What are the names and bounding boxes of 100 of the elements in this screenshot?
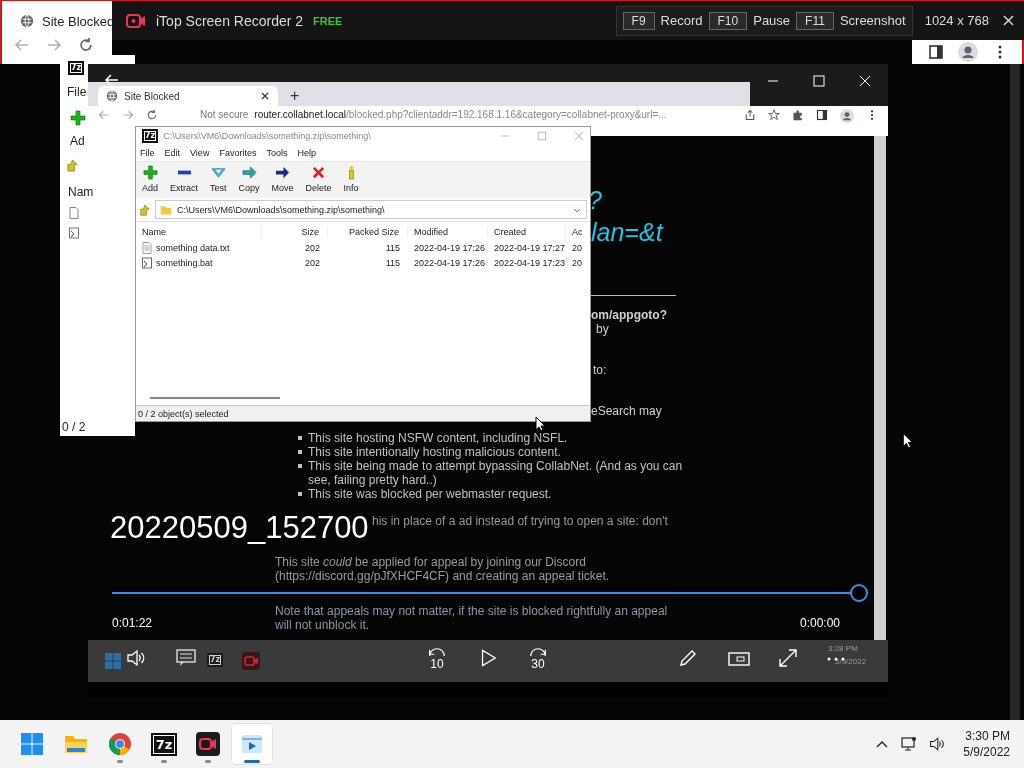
link-fragment: om/appgoto? — [591, 308, 667, 322]
list-item: This site hosting NSFW content, including NSFL. — [308, 431, 568, 445]
scrollbar[interactable] — [1010, 64, 1020, 720]
list-item: This site intentionally hosting malicious content. — [308, 445, 561, 459]
bullet-icon — [298, 492, 302, 496]
browser-tab[interactable]: Site Blocked — [98, 86, 278, 106]
shortcut-label[interactable]: Pause — [753, 13, 791, 28]
resolution-label: 1024 x 768 — [924, 13, 989, 28]
star-icon[interactable] — [768, 109, 780, 121]
column-header[interactable]: Ac — [566, 227, 590, 237]
check-icon — [210, 165, 226, 180]
reload-icon[interactable] — [146, 109, 158, 121]
column-header[interactable]: Modified — [408, 227, 488, 237]
toolbar-button[interactable]: Delete — [301, 164, 336, 194]
plus-icon[interactable] — [70, 110, 86, 126]
date-text: 5/9/2022 — [835, 657, 867, 666]
player-icon — [240, 732, 264, 756]
menu-item[interactable]: Favorites — [219, 148, 257, 158]
toolbar-button[interactable]: Extract — [166, 164, 203, 194]
forward-button[interactable]: 30 — [525, 646, 551, 671]
profile-icon[interactable] — [840, 109, 854, 123]
file-icon — [69, 207, 79, 219]
table-cell-text: 115 — [384, 242, 401, 253]
file-name[interactable]: something data.txt — [156, 242, 230, 253]
status-text: 0 / 2 — [62, 420, 86, 434]
counterclockwise-arrow-icon — [426, 646, 448, 657]
paragraph: This site could be applied for appeal by joining our Discord (https://discord.gg/pJfXHCF4CF) and creating an appeal ticket. — [275, 555, 611, 583]
side-panel-icon[interactable] — [928, 44, 944, 60]
plus-icon — [142, 165, 158, 180]
globe-icon — [20, 14, 34, 28]
network-icon[interactable] — [901, 736, 918, 752]
fullscreen-icon[interactable] — [778, 648, 798, 668]
seek-bar[interactable] — [112, 583, 868, 603]
column-header[interactable]: Packed Size — [328, 227, 408, 237]
windows-logo-icon — [105, 653, 121, 669]
list-item: This site being made to attempt bypassing CollabNet. (And as you can see, failing pretty hard..) — [308, 459, 684, 487]
menu-item[interactable]: Help — [297, 148, 316, 158]
bullet-icon — [298, 436, 302, 440]
new-tab-button[interactable]: + — [286, 86, 304, 106]
menu-item[interactable]: File — [140, 148, 155, 158]
remaining-time: 0:00:00 — [800, 616, 841, 630]
path-field[interactable]: C:\Users\VM6\Downloads\something.zip\something\ — [155, 200, 587, 219]
clock[interactable]: 3:30 PM 5/9/2022 — [963, 728, 1010, 760]
close-icon[interactable] — [260, 91, 270, 101]
menu-item[interactable]: File — [67, 85, 87, 99]
puzzle-icon[interactable] — [792, 109, 804, 121]
video-title: 20220509_152700 — [110, 510, 369, 546]
menu-item[interactable]: Edit — [164, 148, 181, 158]
share-icon[interactable] — [744, 109, 756, 121]
window-title: C:\Users\VM6\Downloads\something.zip\something\ — [163, 131, 372, 141]
rewind-button[interactable]: 10 — [424, 646, 450, 671]
pen-icon[interactable] — [678, 648, 698, 668]
heading-fragment: lan=&t — [591, 218, 663, 247]
up-folder-icon[interactable] — [66, 159, 79, 172]
column-header[interactable]: Created — [488, 227, 566, 237]
bullet-icon — [298, 450, 302, 454]
file-name[interactable]: something.bat — [156, 257, 213, 268]
script-file-icon — [69, 227, 79, 239]
column-header[interactable]: Size — [262, 227, 328, 237]
reload-icon[interactable] — [78, 37, 94, 53]
text-fragment: to: — [593, 363, 607, 377]
column-header[interactable]: Nam — [68, 185, 94, 199]
up-folder-icon[interactable] — [139, 203, 151, 216]
shortcut-label[interactable]: Screenshot — [839, 13, 906, 28]
back-icon[interactable] — [104, 72, 120, 88]
table-cell-text: 202 — [303, 257, 321, 268]
column-header[interactable]: Name — [142, 227, 262, 237]
clock-text: 3:28 PM — [828, 644, 858, 653]
table-cell-text: 2022-04-19 17:23 — [493, 257, 566, 268]
toolbar-button[interactable]: Test — [206, 164, 231, 194]
toolbar-button[interactable]: Move — [267, 164, 298, 194]
shortcut-label[interactable]: Record — [660, 13, 703, 28]
table-cell-text: 202 — [303, 242, 321, 253]
mini-player-icon[interactable] — [728, 651, 750, 667]
plan-label: FREE — [313, 14, 343, 27]
table-cell-text: 2022-04-19 17:27 — [493, 242, 566, 253]
clockwise-arrow-icon — [527, 646, 549, 657]
chat-icon — [176, 649, 196, 667]
camera-icon — [242, 652, 260, 670]
toolbar-button[interactable]: Copy — [234, 164, 264, 194]
side-panel-icon[interactable] — [816, 109, 828, 121]
volume-icon[interactable] — [929, 736, 946, 752]
play-icon[interactable] — [480, 648, 497, 668]
camera-icon — [126, 13, 146, 28]
menu-item[interactable]: Tools — [266, 148, 288, 158]
scrollbar[interactable] — [874, 136, 886, 640]
shortcut-key: F10 — [708, 11, 748, 30]
app-logo: 7z — [150, 732, 178, 756]
address-bar[interactable]: Not secure router.collabnet.local/blocked.php?clientaddr=192.168.1.16&category=collabnet-proxy&url=... — [170, 109, 732, 120]
toolbar-button[interactable]: Add — [138, 164, 162, 194]
paragraph: Note that appeals may not matter, if the site is blocked rightfully an appeal will not unblock it. — [275, 604, 669, 632]
toolbar-button[interactable]: Info — [339, 164, 363, 194]
toolbar-label[interactable]: Ad — [70, 134, 85, 148]
arrow-icon — [275, 165, 291, 180]
menu-item[interactable]: View — [190, 148, 210, 158]
profile-icon[interactable] — [958, 42, 978, 62]
taskbar-button[interactable]: 7z — [144, 724, 184, 764]
scrollbar[interactable] — [150, 397, 280, 399]
text-fragment: by — [596, 322, 609, 336]
volume-icon[interactable] — [126, 649, 146, 667]
